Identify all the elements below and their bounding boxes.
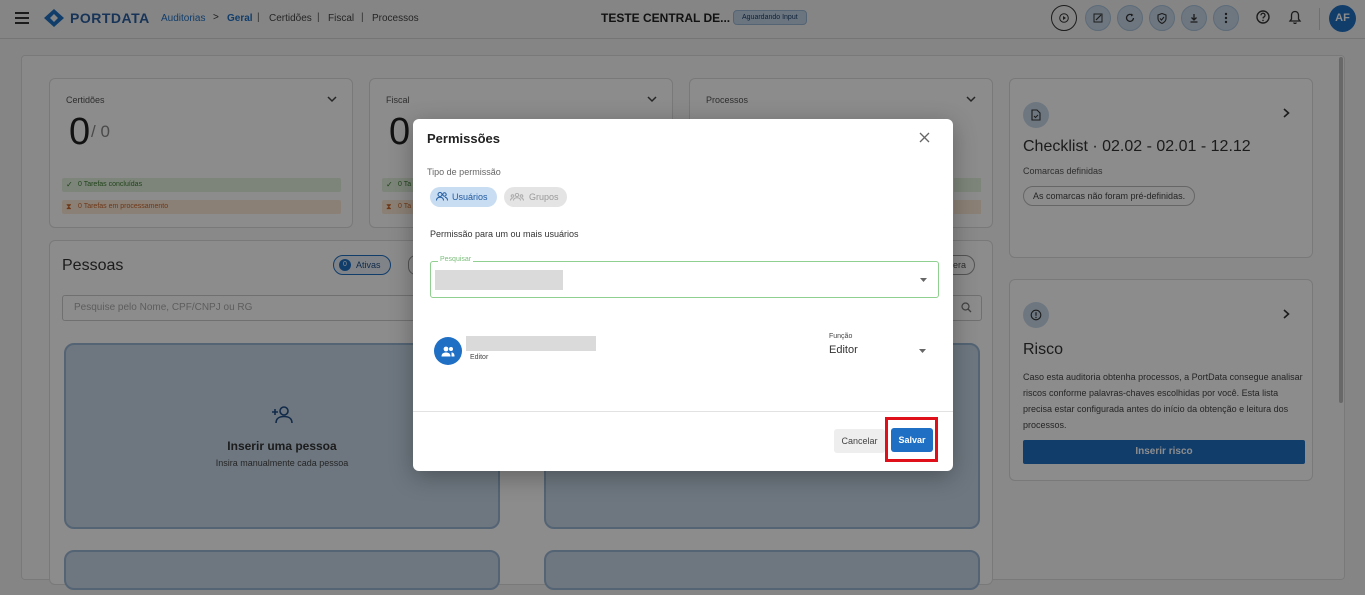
role-label: Função: [829, 333, 853, 340]
permission-type-label: Tipo de permissão: [427, 167, 501, 177]
close-icon[interactable]: [919, 132, 930, 143]
user-search-select[interactable]: Pesquisar: [430, 256, 939, 298]
tab-grupos[interactable]: Grupos: [504, 187, 567, 207]
role-select[interactable]: Função Editor: [829, 332, 929, 362]
groups-icon: [510, 193, 524, 201]
permissions-dialog: Permissões Tipo de permissão Usuários Gr…: [413, 119, 953, 471]
tab-usuarios-label: Usuários: [452, 192, 488, 202]
dialog-title: Permissões: [427, 131, 500, 146]
users-icon: [436, 192, 448, 201]
footer-divider: [413, 411, 953, 412]
role-value: Editor: [829, 344, 858, 356]
cancel-button[interactable]: Cancelar: [834, 429, 885, 453]
tab-grupos-label: Grupos: [529, 192, 559, 202]
dropdown-arrow-icon: [920, 278, 927, 282]
user-avatar-icon: [434, 337, 462, 365]
selected-user-redacted: [435, 270, 563, 290]
dropdown-arrow-icon: [919, 349, 926, 353]
help-text: Permissão para um ou mais usuários: [430, 229, 579, 239]
tab-usuarios[interactable]: Usuários: [430, 187, 497, 207]
user-name-redacted: [466, 336, 596, 351]
save-button[interactable]: Salvar: [891, 428, 933, 452]
search-field-label: Pesquisar: [438, 256, 474, 263]
user-role: Editor: [470, 354, 489, 361]
